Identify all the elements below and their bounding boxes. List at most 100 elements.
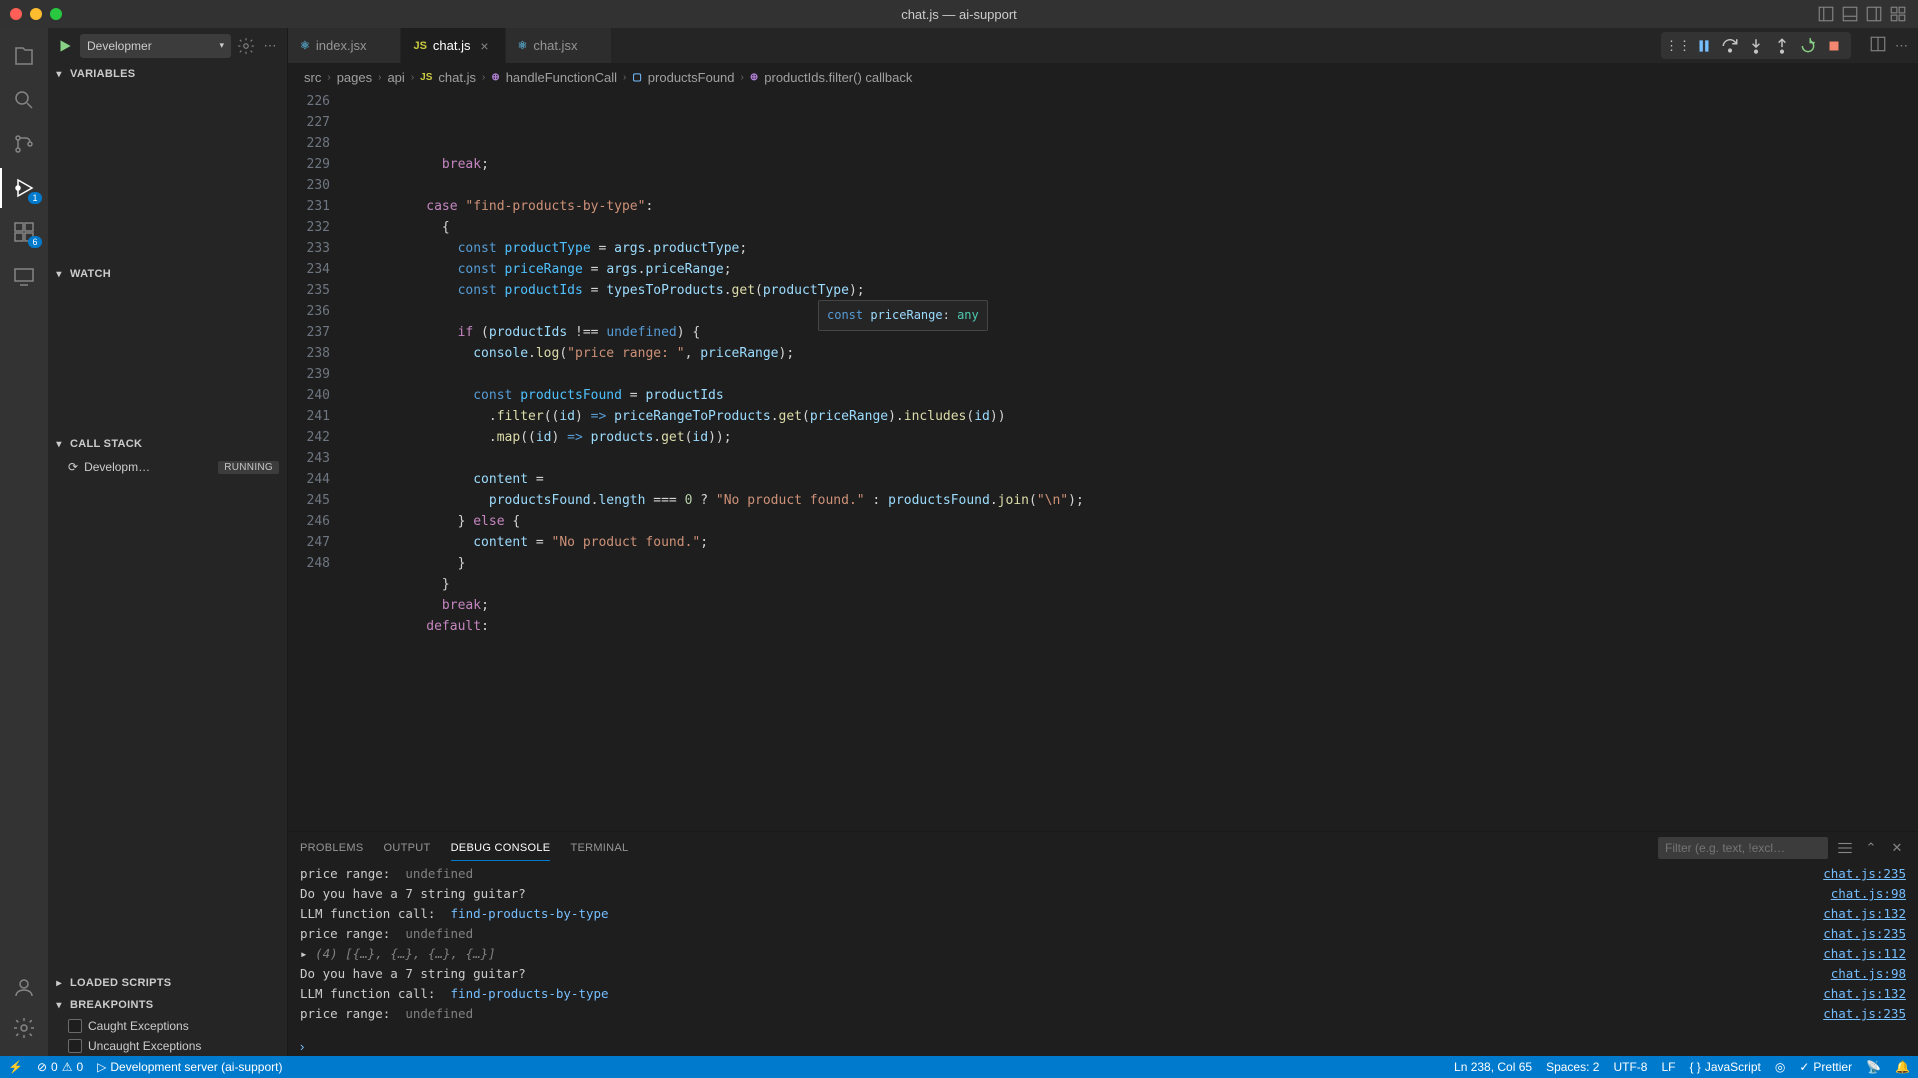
close-icon[interactable]: ✕: [1888, 839, 1906, 857]
eol[interactable]: LF: [1661, 1060, 1675, 1074]
breakpoint-item[interactable]: Caught Exceptions: [48, 1016, 287, 1036]
checkbox[interactable]: [68, 1019, 82, 1033]
section-variables[interactable]: ▾VARIABLES: [48, 63, 287, 85]
feedback-icon[interactable]: 📡: [1866, 1060, 1881, 1074]
toggle-panel-left-icon[interactable]: [1816, 4, 1836, 24]
loading-icon: ⟳: [68, 460, 78, 474]
drag-handle-icon[interactable]: ⋮⋮: [1667, 35, 1689, 57]
gear-icon[interactable]: [237, 37, 255, 55]
console-prompt[interactable]: ›: [288, 1037, 1918, 1056]
activity-bar: 1 6: [0, 28, 48, 1056]
callstack-item[interactable]: ⟳ Developm… RUNNING: [48, 457, 287, 477]
console-row: ▸ (4) [{…}, {…}, {…}, {…}]chat.js:112: [288, 944, 1918, 964]
source-link[interactable]: chat.js:98: [1819, 884, 1906, 904]
section-watch[interactable]: ▾WATCH: [48, 263, 287, 285]
source-link[interactable]: chat.js:235: [1811, 1004, 1906, 1024]
gear-icon[interactable]: [0, 1008, 48, 1048]
editor-tab[interactable]: JSchat.js×: [401, 28, 505, 63]
run-debug-icon[interactable]: 1: [0, 168, 48, 208]
file-icon: JS: [413, 40, 426, 52]
panel-tab[interactable]: DEBUG CONSOLE: [451, 836, 551, 861]
stop-icon[interactable]: [1823, 35, 1845, 57]
debug-toolbar: ⋮⋮: [1661, 32, 1851, 59]
debug-badge: 1: [28, 192, 42, 204]
problems-status[interactable]: ⊘0 ⚠0: [37, 1060, 83, 1074]
code-editor[interactable]: 2262272282292302312322332342352362372382…: [288, 91, 1918, 831]
launch-config-dropdown[interactable]: Developmer ▾: [80, 34, 231, 58]
section-callstack[interactable]: ▾CALL STACK: [48, 433, 287, 455]
pause-icon[interactable]: [1693, 35, 1715, 57]
editor-tab[interactable]: ⚛index.jsx×: [288, 28, 401, 63]
explorer-icon[interactable]: [0, 36, 48, 76]
panel-tab[interactable]: PROBLEMS: [300, 836, 364, 861]
customize-layout-icon[interactable]: [1888, 4, 1908, 24]
search-icon[interactable]: [0, 80, 48, 120]
close-window[interactable]: [10, 8, 22, 20]
console-row: Do you have a 7 string guitar?chat.js:98: [288, 884, 1918, 904]
view-mode-icon[interactable]: [1836, 839, 1854, 857]
checkbox[interactable]: [68, 1039, 82, 1053]
cursor-position[interactable]: Ln 238, Col 65: [1454, 1060, 1532, 1074]
panel-tab[interactable]: OUTPUT: [384, 836, 431, 861]
restart-icon[interactable]: [1797, 35, 1819, 57]
remote-icon[interactable]: [0, 256, 48, 296]
language-mode[interactable]: { } JavaScript: [1689, 1060, 1760, 1074]
remote-indicator[interactable]: ⚡: [8, 1060, 23, 1074]
account-icon[interactable]: [0, 968, 48, 1008]
debug-header: Developmer ▾ ⋯: [48, 28, 287, 63]
bottom-panel: PROBLEMSOUTPUTDEBUG CONSOLETERMINAL ⌃ ✕ …: [288, 831, 1918, 1056]
step-into-icon[interactable]: [1745, 35, 1767, 57]
more-icon[interactable]: ⋯: [1895, 38, 1908, 54]
breadcrumb[interactable]: src› pages› api› JSchat.js› ⊕handleFunct…: [288, 63, 1918, 91]
toggle-panel-bottom-icon[interactable]: [1840, 4, 1860, 24]
encoding[interactable]: UTF-8: [1613, 1060, 1647, 1074]
file-icon: ⚛: [300, 39, 310, 52]
start-debug-icon[interactable]: [56, 37, 74, 55]
source-link[interactable]: chat.js:98: [1819, 964, 1906, 984]
extensions-badge: 6: [28, 236, 42, 248]
console-filter-input[interactable]: [1658, 837, 1828, 859]
step-over-icon[interactable]: [1719, 35, 1741, 57]
launch-config-label: Developmer: [87, 39, 152, 53]
panel-tab[interactable]: TERMINAL: [570, 836, 628, 861]
more-icon[interactable]: ⋯: [261, 37, 279, 55]
live-share-icon[interactable]: ◎: [1775, 1060, 1785, 1074]
source-link[interactable]: chat.js:132: [1811, 904, 1906, 924]
console-row: LLM function call: find-products-by-type…: [288, 984, 1918, 1004]
bell-icon[interactable]: 🔔: [1895, 1060, 1910, 1074]
toggle-panel-right-icon[interactable]: [1864, 4, 1884, 24]
source-link[interactable]: chat.js:112: [1811, 944, 1906, 964]
source-control-icon[interactable]: [0, 124, 48, 164]
source-link[interactable]: chat.js:235: [1811, 864, 1906, 884]
editor-tabs: ⚛ index.jsx ×JSchat.js×⚛chat.jsx× ⋮⋮ ⋯: [288, 28, 1918, 63]
section-loaded-scripts[interactable]: ▸LOADED SCRIPTS: [48, 972, 287, 994]
close-tab-icon[interactable]: ×: [477, 38, 493, 54]
maximize-window[interactable]: [50, 8, 62, 20]
warning-icon: ⚠: [62, 1060, 73, 1074]
editor-tab[interactable]: ⚛chat.jsx×: [506, 28, 613, 63]
indentation[interactable]: Spaces: 2: [1546, 1060, 1599, 1074]
section-breakpoints[interactable]: ▾BREAKPOINTS: [48, 994, 287, 1016]
step-out-icon[interactable]: [1771, 35, 1793, 57]
file-icon: ⚛: [518, 39, 528, 52]
breakpoint-item[interactable]: Uncaught Exceptions: [48, 1036, 287, 1056]
console-row: Do you have a 7 string guitar?chat.js:98: [288, 964, 1918, 984]
panel-tabs: PROBLEMS OUTPUT DEBUG CONSOLE TERMINAL ⌃ ✕: [288, 832, 1918, 864]
debug-sidebar: Developmer ▾ ⋯ ▾VARIABLES ▾WATCH ▾CALL S…: [48, 28, 288, 1056]
debug-target[interactable]: ▷ Development server (ai-support): [97, 1060, 282, 1074]
window-title: chat.js — ai-support: [901, 7, 1017, 22]
console-row: price range: undefinedchat.js:235: [288, 864, 1918, 884]
tab-label: index.jsx: [316, 38, 367, 53]
layout-controls: [1816, 4, 1918, 24]
split-editor-icon[interactable]: [1869, 35, 1887, 56]
callstack-status: RUNNING: [218, 461, 279, 474]
source-link[interactable]: chat.js:132: [1811, 984, 1906, 1004]
extensions-icon[interactable]: 6: [0, 212, 48, 252]
minimize-window[interactable]: [30, 8, 42, 20]
status-bar: ⚡ ⊘0 ⚠0 ▷ Development server (ai-support…: [0, 1056, 1918, 1078]
chevron-up-icon[interactable]: ⌃: [1862, 839, 1880, 857]
traffic-lights: [0, 8, 62, 20]
debug-console[interactable]: price range: undefinedchat.js:235Do you …: [288, 864, 1918, 1037]
source-link[interactable]: chat.js:235: [1811, 924, 1906, 944]
prettier-status[interactable]: ✓ Prettier: [1799, 1060, 1852, 1074]
